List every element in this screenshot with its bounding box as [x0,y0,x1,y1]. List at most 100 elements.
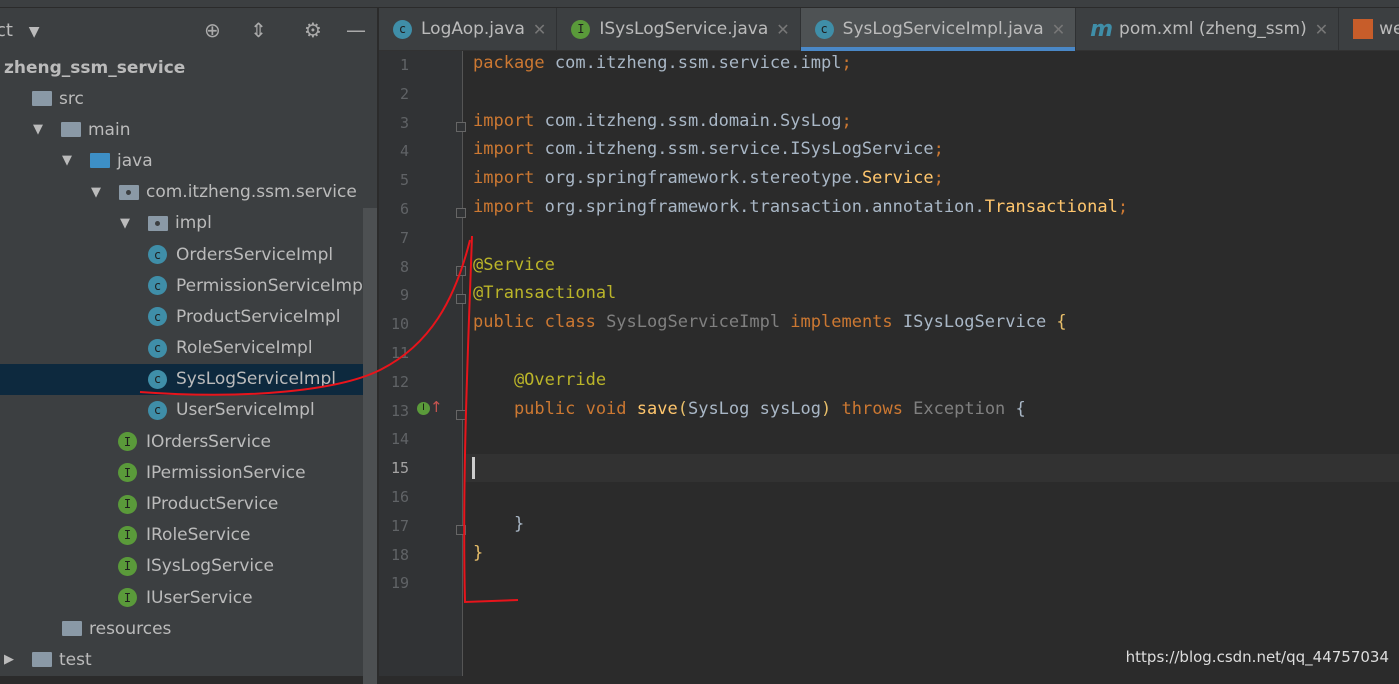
hide-panel-icon[interactable]: — [346,18,366,42]
class-icon: c [814,19,834,39]
expand-arrow-icon[interactable]: ▼ [33,122,61,137]
tree-item-label: SysLogServiceImpl [176,369,336,390]
implements-method-icon[interactable]: I [417,402,430,415]
expand-arrow-icon[interactable]: ▶ [4,652,32,667]
project-view-dropdown[interactable]: ct ▼ [0,20,39,41]
tree-item-label: test [59,649,92,670]
tree-item-label: ISysLogService [146,556,274,577]
fold-marker-icon[interactable] [456,524,466,535]
tree-item-label: impl [175,213,212,234]
tree-item[interactable]: I IProductService [0,488,363,519]
current-line-highlight [464,454,1399,482]
tree-item[interactable]: I IRoleService [0,520,363,551]
code-token: ) [821,398,842,419]
interface-icon: I [118,494,137,514]
code-line: public class SysLogServiceImpl implement… [473,312,1067,332]
tree-item[interactable]: I IUserService [0,582,363,613]
tree-item[interactable]: ▼ main [0,114,363,145]
tab-web[interactable]: web.x [1339,8,1399,50]
tree-item-label: IOrdersService [146,431,272,452]
tree-item[interactable]: I IPermissionService [0,457,363,488]
code-token: import [473,197,545,217]
line-number: 1 [399,56,409,74]
class-icon: c [148,400,167,420]
tab-syslogserviceimpl[interactable]: c SysLogServiceImpl.java ✕ [800,8,1077,51]
fold-marker-icon[interactable] [456,121,466,132]
tree-item[interactable]: ▼ java [0,145,363,176]
code-token: } [473,542,484,563]
line-number: 11 [390,344,409,362]
gear-icon[interactable]: ⚙ [304,18,322,42]
tree-item[interactable]: I ISysLogService [0,551,363,582]
tree-item[interactable]: ▼ com.itzheng.ssm.service [0,177,363,208]
code-token: @Transactional [473,283,617,304]
line-number: 5 [399,171,409,190]
tree-item-label: ProductServiceImpl [176,306,341,327]
line-number: 9 [399,286,409,305]
code-line: import com.itzheng.ssm.domain.SysLog; [473,111,852,131]
package-icon [148,215,168,231]
code-line: @Service [473,255,555,275]
interface-icon: I [118,525,137,545]
tree-item[interactable]: c RoleServiceImpl [0,333,363,364]
tab-pom[interactable]: m pom.xml (zheng_ssm) ✕ [1076,8,1340,50]
code-token: org.springframework.transaction.annotati… [544,197,985,217]
code-token: @Service [473,254,555,275]
tree-item-label: src [59,88,84,109]
tab-isyslogservice[interactable]: I ISysLogService.java ✕ [557,8,801,50]
class-icon: c [393,19,412,39]
tree-item[interactable]: c SysLogServiceImpl [0,363,363,395]
tree-item[interactable]: c UserServiceImpl [0,395,363,426]
editor-tabs: c LogAop.java ✕ I ISysLogService.java ✕ c SysLo… [379,8,1399,51]
close-icon[interactable]: ✕ [533,20,546,39]
tree-item[interactable]: c PermissionServiceImp [0,270,363,301]
expand-arrow-icon[interactable]: ▼ [62,153,90,168]
tree-item-label: RoleServiceImpl [176,338,313,359]
fold-marker-icon[interactable] [456,294,466,305]
line-number: 4 [399,142,409,161]
code-line: import com.itzheng.ssm.service.ISysLogSe… [473,139,944,159]
tab-logaop[interactable]: c LogAop.java ✕ [379,8,558,50]
fold-marker-icon[interactable] [456,208,466,218]
code-line: @Transactional [473,283,616,303]
tree-item[interactable]: c ProductServiceImpl [0,301,363,332]
line-number: 18 [390,545,409,564]
tree-item-label: main [88,119,131,140]
code-token: ; [1117,197,1129,217]
tree-item[interactable]: c OrdersServiceImpl [0,239,363,270]
tree-item-label: java [117,150,153,171]
locate-icon[interactable]: ⊕ [204,18,221,42]
close-icon[interactable]: ✕ [1052,20,1065,39]
code-token: ISysLogService [902,312,1057,333]
tree-item[interactable]: resources [0,613,363,644]
close-icon[interactable]: ✕ [1315,20,1328,39]
tree-item[interactable]: ▼ impl [0,208,363,239]
expand-arrow-icon[interactable]: ▼ [91,185,119,200]
expand-arrow-icon[interactable]: ▼ [120,216,148,231]
collapse-all-icon[interactable]: ⇕ [250,18,267,42]
tree-item-label: PermissionServiceImp [176,275,363,296]
code-token: com.itzheng.ssm.service.impl [554,53,842,73]
tree-item[interactable]: ▶ test [0,644,363,675]
maven-icon: m [1090,16,1114,42]
folder-icon [32,91,52,107]
code-line: } [473,514,524,534]
code-token: com.itzheng.ssm.service.ISysLogService [544,139,934,160]
code-line: @Override [473,370,606,390]
tree-item[interactable]: I IOrdersService [0,426,363,457]
code-token: Transactional [984,197,1118,217]
code-token: public void [473,398,637,419]
code-line: import org.springframework.stereotype.Se… [473,168,944,188]
fold-marker-icon[interactable] [456,409,466,420]
project-root[interactable]: zheng_ssm_service [4,52,185,83]
code-token: package [473,53,555,73]
close-icon[interactable]: ✕ [776,20,789,39]
code-token: import [473,168,545,189]
class-icon: c [148,276,167,296]
package-icon [119,184,139,200]
text-caret [472,457,475,479]
sidebar-scrollbar[interactable] [363,208,377,684]
tree-item[interactable]: src [0,83,363,114]
fold-marker-icon[interactable] [456,265,466,276]
interface-icon: I [571,19,591,39]
